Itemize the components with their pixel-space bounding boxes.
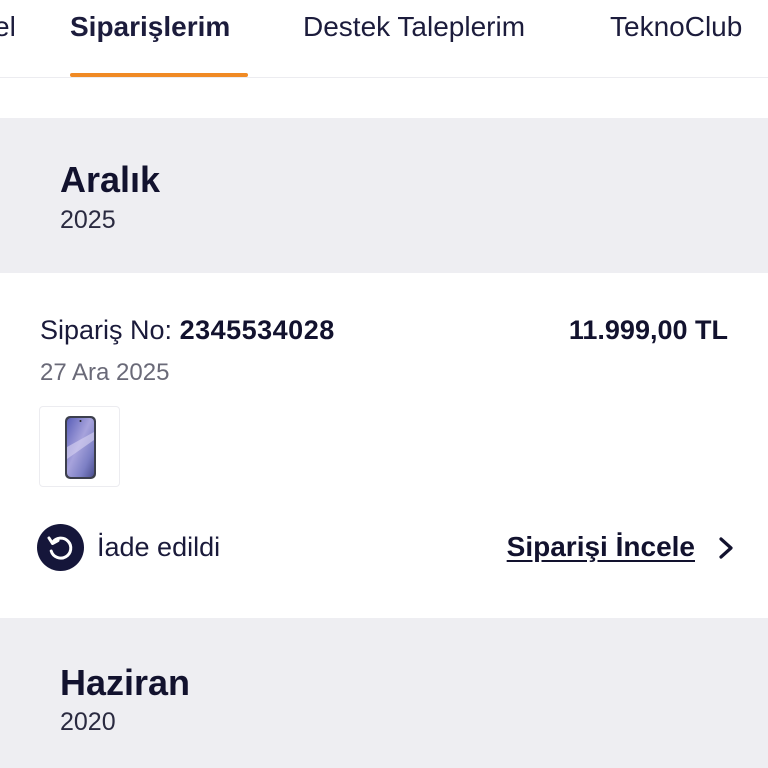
order-number-label: Sipariş No: <box>40 315 173 345</box>
month-year: 2025 <box>60 206 116 234</box>
order-total: 11.999,00 TL <box>568 315 728 345</box>
order-status: İade edildi <box>97 532 221 562</box>
product-thumbnail[interactable] <box>39 406 120 487</box>
smartphone-icon <box>65 416 96 479</box>
month-year: 2020 <box>60 708 116 736</box>
active-tab-indicator <box>70 73 248 77</box>
month-name: Haziran <box>60 662 191 703</box>
order-number-value: 2345534028 <box>179 315 335 345</box>
order-date: 27 Ara 2025 <box>40 359 170 386</box>
month-name: Aralık <box>60 159 161 200</box>
tab-bar: el Siparişlerim Destek Taleplerim TeknoC… <box>0 0 768 78</box>
chevron-right-icon[interactable] <box>712 533 740 563</box>
tab-support-requests[interactable]: Destek Taleplerim <box>303 10 525 44</box>
tab-profile[interactable]: el <box>0 10 16 44</box>
tab-orders[interactable]: Siparişlerim <box>70 10 230 44</box>
review-order-link[interactable]: Siparişi İncele <box>507 531 695 563</box>
tab-teknoclub[interactable]: TeknoClub <box>610 10 742 44</box>
order-number: Sipariş No: 2345534028 <box>40 313 335 347</box>
return-arrow-icon <box>37 524 84 571</box>
